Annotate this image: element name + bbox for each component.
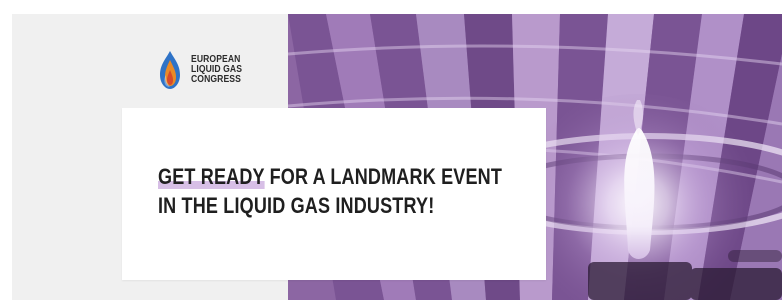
headline-line-1-rest: FOR A LANDMARK EVENT bbox=[264, 164, 503, 189]
headline: GET READY FOR A LANDMARK EVENT IN THE LI… bbox=[158, 162, 502, 220]
logo-line-3: CONGRESS bbox=[191, 74, 241, 85]
logo-wordmark: EUROPEAN LIQUID GAS CONGRESS bbox=[191, 55, 242, 85]
headline-highlight: GET READY bbox=[158, 164, 265, 189]
headline-line-1: GET READY FOR A LANDMARK EVENT bbox=[158, 162, 502, 191]
headline-line-2: IN THE LIQUID GAS INDUSTRY! bbox=[158, 193, 435, 218]
flame-drop-icon bbox=[160, 51, 180, 89]
event-banner: EUROPEAN LIQUID GAS CONGRESS GET READY F… bbox=[0, 0, 782, 300]
logo: EUROPEAN LIQUID GAS CONGRESS bbox=[156, 50, 250, 90]
